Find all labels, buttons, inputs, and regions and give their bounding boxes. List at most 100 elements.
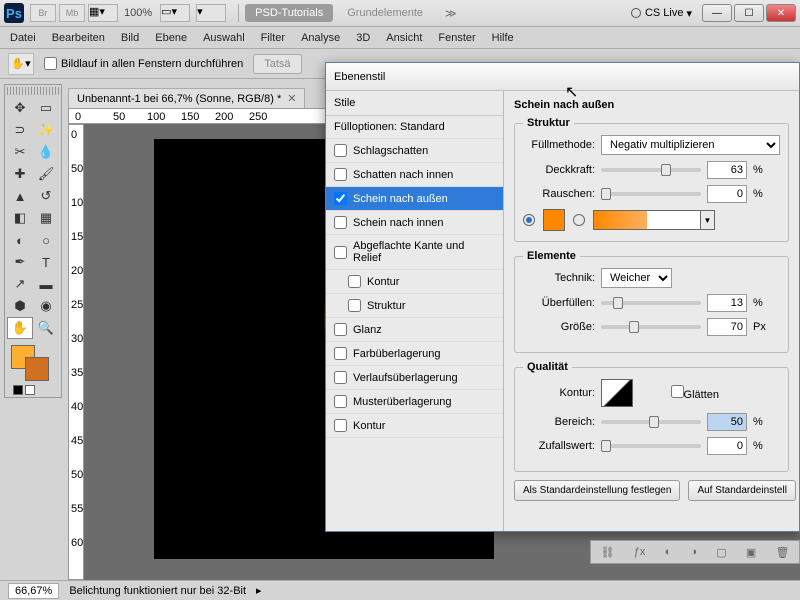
eraser-tool[interactable]: ◧ bbox=[7, 207, 33, 229]
close-button[interactable]: ✕ bbox=[766, 4, 796, 22]
style-item-1[interactable]: Schatten nach innen bbox=[326, 163, 503, 187]
3d-tool[interactable]: ⬢ bbox=[7, 295, 33, 317]
noise-slider[interactable] bbox=[601, 192, 701, 196]
style-item-0[interactable]: Schlagschatten bbox=[326, 139, 503, 163]
antialias-checkbox[interactable]: Glätten bbox=[647, 385, 719, 401]
hand-tool[interactable]: ✋ bbox=[7, 317, 33, 339]
folder-icon[interactable]: ▢ bbox=[716, 546, 726, 559]
opacity-input[interactable] bbox=[707, 161, 747, 179]
technique-select[interactable]: Weicher bbox=[601, 268, 672, 288]
style-item-8[interactable]: Farbüberlagerung bbox=[326, 342, 503, 366]
menu-3d[interactable]: 3D bbox=[356, 32, 370, 44]
arrange-dropdown[interactable]: ▭▾ bbox=[160, 4, 190, 22]
style-item-2[interactable]: Schein nach außen bbox=[326, 187, 503, 211]
crop-tool[interactable]: ✂ bbox=[7, 141, 33, 163]
menu-analyse[interactable]: Analyse bbox=[301, 32, 340, 44]
delete-icon[interactable]: 🗑 bbox=[775, 546, 789, 559]
status-play-icon[interactable]: ▸ bbox=[256, 584, 262, 597]
menu-bild[interactable]: Bild bbox=[121, 32, 139, 44]
opacity-slider[interactable] bbox=[601, 168, 701, 172]
default-colors[interactable] bbox=[7, 385, 59, 395]
menu-ansicht[interactable]: Ansicht bbox=[386, 32, 422, 44]
mask-icon[interactable]: ◐ bbox=[665, 546, 672, 558]
document-tab[interactable]: Unbenannt-1 bei 66,7% (Sonne, RGB/8) * ✕ bbox=[68, 88, 305, 108]
gradient-tool[interactable]: ▦ bbox=[33, 207, 59, 229]
noise-input[interactable] bbox=[707, 185, 747, 203]
range-input[interactable] bbox=[707, 413, 747, 431]
glow-color-swatch[interactable] bbox=[543, 209, 565, 231]
color-swatches[interactable] bbox=[7, 345, 59, 381]
size-slider[interactable] bbox=[601, 325, 701, 329]
style-item-6[interactable]: Struktur bbox=[326, 294, 503, 318]
contour-picker[interactable] bbox=[601, 379, 633, 407]
styles-header[interactable]: Stile bbox=[326, 91, 503, 116]
spread-input[interactable] bbox=[707, 294, 747, 312]
history-brush-tool[interactable]: ↺ bbox=[33, 185, 59, 207]
close-tab-icon[interactable]: ✕ bbox=[287, 92, 296, 105]
menu-filter[interactable]: Filter bbox=[261, 32, 285, 44]
pen-tool[interactable]: ✒ bbox=[7, 251, 33, 273]
wand-tool[interactable]: ✨ bbox=[33, 119, 59, 141]
make-default-button[interactable]: Als Standardeinstellung festlegen bbox=[514, 480, 680, 501]
style-item-5[interactable]: Kontur bbox=[326, 270, 503, 294]
maximize-button[interactable]: ☐ bbox=[734, 4, 764, 22]
menu-bearbeiten[interactable]: Bearbeiten bbox=[52, 32, 105, 44]
style-item-3[interactable]: Schein nach innen bbox=[326, 211, 503, 235]
workspace-more-icon[interactable]: ≫ bbox=[445, 7, 457, 20]
marquee-tool[interactable]: ▭ bbox=[33, 97, 59, 119]
jitter-slider[interactable] bbox=[601, 444, 701, 448]
screenmode-dropdown[interactable]: ▦▾ bbox=[88, 4, 118, 22]
style-item-11[interactable]: Kontur bbox=[326, 414, 503, 438]
menu-hilfe[interactable]: Hilfe bbox=[492, 32, 514, 44]
gradient-dropdown-icon[interactable]: ▼ bbox=[701, 210, 715, 230]
type-tool[interactable]: T bbox=[33, 251, 59, 273]
lasso-tool[interactable]: ⊃ bbox=[7, 119, 33, 141]
minimize-button[interactable]: — bbox=[702, 4, 732, 22]
background-swatch[interactable] bbox=[25, 357, 49, 381]
eyedropper-tool[interactable]: 💧 bbox=[33, 141, 59, 163]
zoom-tool[interactable]: 🔍 bbox=[33, 317, 59, 339]
brush-tool[interactable]: 🖌 bbox=[33, 163, 59, 185]
gradient-swatch[interactable] bbox=[593, 210, 701, 230]
status-zoom[interactable]: 66,67% bbox=[8, 583, 59, 599]
menu-fenster[interactable]: Fenster bbox=[438, 32, 475, 44]
menu-auswahl[interactable]: Auswahl bbox=[203, 32, 245, 44]
size-input[interactable] bbox=[707, 318, 747, 336]
hand-tool-icon[interactable]: ✋▾ bbox=[8, 53, 34, 75]
reset-default-button[interactable]: Auf Standardeinstell bbox=[688, 480, 796, 501]
stamp-tool[interactable]: ▲ bbox=[7, 185, 33, 207]
new-layer-icon[interactable]: ▣ bbox=[746, 546, 756, 559]
path-tool[interactable]: ↗ bbox=[7, 273, 33, 295]
scroll-windows-checkbox[interactable]: Bildlauf in allen Fenstern durchführen bbox=[44, 57, 243, 70]
move-tool[interactable]: ✥ bbox=[7, 97, 33, 119]
link-icon[interactable]: ⛓ bbox=[601, 546, 615, 559]
range-slider[interactable] bbox=[601, 420, 701, 424]
extras-dropdown[interactable]: ▾ bbox=[196, 4, 226, 22]
style-item-9[interactable]: Verlaufsüberlagerung bbox=[326, 366, 503, 390]
toolbox-handle[interactable] bbox=[7, 87, 59, 95]
style-item-7[interactable]: Glanz bbox=[326, 318, 503, 342]
actual-pixels-button[interactable]: Tatsä bbox=[253, 54, 301, 74]
color-radio[interactable] bbox=[523, 214, 535, 226]
cslive-label[interactable]: CS Live bbox=[645, 7, 684, 19]
style-item-10[interactable]: Musterüberlagerung bbox=[326, 390, 503, 414]
workspace-psdtutorials[interactable]: PSD-Tutorials bbox=[245, 4, 333, 22]
fill-options-item[interactable]: Fülloptionen: Standard bbox=[326, 116, 503, 139]
spread-slider[interactable] bbox=[601, 301, 701, 305]
shape-tool[interactable]: ▬ bbox=[33, 273, 59, 295]
blur-tool[interactable]: ◐ bbox=[7, 229, 33, 251]
workspace-grundelemente[interactable]: Grundelemente bbox=[337, 4, 433, 22]
menu-datei[interactable]: Datei bbox=[10, 32, 36, 44]
dodge-tool[interactable]: ○ bbox=[33, 229, 59, 251]
bridge-button[interactable]: Br bbox=[30, 4, 56, 22]
jitter-input[interactable] bbox=[707, 437, 747, 455]
adjustment-icon[interactable]: ◑ bbox=[690, 546, 697, 558]
minibridge-button[interactable]: Mb bbox=[59, 4, 85, 22]
zoom-level[interactable]: 100% bbox=[124, 7, 152, 19]
camera-tool[interactable]: ◉ bbox=[33, 295, 59, 317]
gradient-radio[interactable] bbox=[573, 214, 585, 226]
style-item-4[interactable]: Abgeflachte Kante und Relief bbox=[326, 235, 503, 270]
blendmode-select[interactable]: Negativ multiplizieren bbox=[601, 135, 780, 155]
fx-icon[interactable]: ƒx bbox=[634, 546, 646, 558]
heal-tool[interactable]: ✚ bbox=[7, 163, 33, 185]
